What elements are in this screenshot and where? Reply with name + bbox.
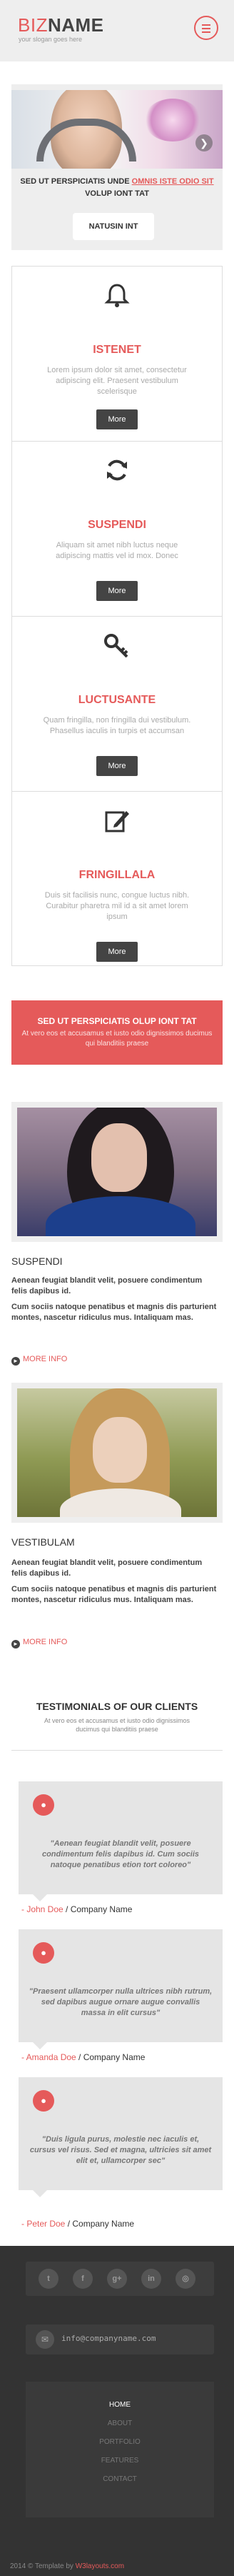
testimonials-subtitle: At vero eos et accusamus et iusto odio d… bbox=[44, 1717, 190, 1733]
slide-caption: SED UT PERSPICIATIS UNDE OMNIS ISTE ODIO… bbox=[20, 177, 214, 198]
testimonial-card: ● "Aenean feugiat blandit velit, posuere… bbox=[19, 1781, 223, 1901]
arrow-right-icon: ► bbox=[11, 1357, 20, 1366]
author-name[interactable]: - John Doe bbox=[21, 1904, 63, 1914]
footer-nav: HOME ABOUT PORTFOLIO FEATURES CONTACT bbox=[26, 2382, 214, 2517]
feature-text: Duis sit facilisis nunc, congue luctus n… bbox=[44, 891, 190, 921]
hero-slider: ❯ SED UT PERSPICIATIS UNDE OMNIS ISTE OD… bbox=[11, 84, 223, 250]
more-info-link[interactable]: ► MORE INFO bbox=[11, 1355, 67, 1366]
user-icon: ● bbox=[33, 1794, 54, 1816]
post-text: Aenean feugiat blandit velit, posuere co… bbox=[11, 1558, 203, 1578]
footer-nav-home[interactable]: HOME bbox=[26, 2396, 214, 2415]
linkedin-icon[interactable]: in bbox=[141, 2269, 161, 2289]
footer-nav-portfolio[interactable]: PORTFOLIO bbox=[26, 2433, 214, 2452]
user-icon: ● bbox=[33, 1942, 54, 1964]
email-address: info@companyname.com bbox=[61, 2334, 156, 2343]
feature-card: LUCTUSANTE Quam fringilla, non fringilla… bbox=[12, 617, 222, 792]
testimonials-title: TESTIMONIALS OF OUR CLIENTS bbox=[36, 1701, 198, 1712]
testimonial-quote: "Aenean feugiat blandit velit, posuere c… bbox=[41, 1839, 200, 1869]
feature-text: Aliquam sit amet nibh luctus neque adipi… bbox=[56, 541, 178, 560]
post-title: SUSPENDI bbox=[11, 1255, 63, 1267]
footer-nav-about[interactable]: ABOUT bbox=[26, 2415, 214, 2433]
tagline: your slogan goes here bbox=[19, 36, 83, 43]
user-icon: ● bbox=[33, 2090, 54, 2112]
testimonial-quote: "Duis ligula purus, molestie nec iaculis… bbox=[29, 2135, 212, 2165]
feature-text: Lorem ipsum dolor sit amet, consectetur … bbox=[47, 366, 187, 396]
testimonial-author: - John Doe / Company Name bbox=[21, 1904, 132, 1914]
feature-title: FRINGILLALA bbox=[78, 869, 156, 881]
author-company: / Company Name bbox=[65, 2219, 135, 2229]
cta-banner: SED UT PERSPICIATIS OLUP IONT TAT At ver… bbox=[11, 1000, 223, 1065]
arrow-right-icon: ► bbox=[11, 1640, 20, 1648]
testimonial-author: - Peter Doe / Company Name bbox=[21, 2219, 134, 2229]
more-button[interactable]: More bbox=[96, 756, 138, 776]
testimonials-heading: TESTIMONIALS OF OUR CLIENTS At vero eos … bbox=[11, 1686, 223, 1751]
hamburger-icon bbox=[202, 24, 210, 26]
post-text: Cum sociis natoque penatibus et magnis d… bbox=[11, 1585, 217, 1604]
post-title: VESTIBULAM bbox=[11, 1536, 75, 1548]
logo-bold-text: NAME bbox=[47, 14, 104, 36]
more-button[interactable]: More bbox=[96, 409, 138, 429]
social-links: t f g+ in ◎ bbox=[26, 2262, 214, 2296]
testimonial-card: ● "Duis ligula purus, molestie nec iacul… bbox=[19, 2077, 223, 2197]
email-contact[interactable]: ✉ info@companyname.com bbox=[26, 2324, 214, 2354]
post-image[interactable] bbox=[11, 1383, 223, 1523]
testimonial-card: ● "Praesent ullamcorper nulla ultrices n… bbox=[19, 1929, 223, 2049]
testimonial-author: - Amanda Doe / Company Name bbox=[21, 2052, 145, 2062]
copyright: 2014 © Template by W3layouts.com bbox=[10, 2562, 125, 2570]
feature-card: ISTENET Lorem ipsum dolor sit amet, cons… bbox=[12, 267, 222, 442]
cta-title: SED UT PERSPICIATIS OLUP IONT TAT bbox=[37, 1016, 197, 1026]
testimonial-quote: "Praesent ullamcorper nulla ultrices nib… bbox=[29, 1987, 213, 2017]
more-button[interactable]: More bbox=[96, 942, 138, 962]
slide-caption-link[interactable]: OMNIS ISTE ODIO SIT bbox=[132, 177, 214, 186]
feature-title: ISTENET bbox=[93, 344, 141, 356]
menu-toggle-button[interactable] bbox=[194, 16, 218, 40]
feature-text: Quam fringilla, non fringilla dui vestib… bbox=[43, 716, 191, 735]
refresh-icon bbox=[107, 459, 127, 481]
author-company: / Company Name bbox=[63, 1904, 133, 1914]
footer-nav-features[interactable]: FEATURES bbox=[26, 2452, 214, 2470]
post-text: Cum sociis natoque penatibus et magnis d… bbox=[11, 1303, 217, 1322]
facebook-icon[interactable]: f bbox=[73, 2269, 93, 2289]
slider-next-icon[interactable]: ❯ bbox=[195, 134, 213, 151]
more-info-link[interactable]: ► MORE INFO bbox=[11, 1638, 67, 1648]
logo[interactable]: BIZNAME bbox=[18, 14, 104, 36]
post-text: Aenean feugiat blandit velit, posuere co… bbox=[11, 1276, 203, 1296]
slide-button[interactable]: NATUSIN INT bbox=[73, 213, 154, 240]
page: BIZNAME your slogan goes here ❯ SED UT P… bbox=[0, 0, 234, 2576]
feature-card: SUSPENDI Aliquam sit amet nibh luctus ne… bbox=[12, 442, 222, 617]
feature-title: SUSPENDI bbox=[88, 519, 146, 531]
footer: t f g+ in ◎ ✉ info@companyname.com HOME … bbox=[0, 2246, 234, 2576]
header: BIZNAME your slogan goes here bbox=[0, 0, 234, 61]
more-button[interactable]: More bbox=[96, 581, 138, 601]
edit-icon bbox=[105, 811, 129, 832]
features-grid: ISTENET Lorem ipsum dolor sit amet, cons… bbox=[11, 266, 223, 966]
feature-title: LUCTUSANTE bbox=[78, 694, 156, 706]
copyright-link[interactable]: W3layouts.com bbox=[76, 2562, 124, 2570]
mail-icon: ✉ bbox=[36, 2330, 54, 2349]
post-image[interactable] bbox=[11, 1102, 223, 1242]
slide-image: ❯ bbox=[11, 90, 223, 169]
logo-light-text: BIZ bbox=[18, 14, 48, 36]
footer-nav-contact[interactable]: CONTACT bbox=[26, 2470, 214, 2489]
author-name[interactable]: - Amanda Doe bbox=[21, 2052, 76, 2062]
google-plus-icon[interactable]: g+ bbox=[107, 2269, 127, 2289]
author-company: / Company Name bbox=[76, 2052, 146, 2062]
dribbble-icon[interactable]: ◎ bbox=[176, 2269, 195, 2289]
cta-text: At vero eos et accusamus et iusto odio d… bbox=[21, 1030, 213, 1048]
key-icon bbox=[104, 634, 128, 658]
author-name[interactable]: - Peter Doe bbox=[21, 2219, 65, 2229]
feature-card: FRINGILLALA Duis sit facilisis nunc, con… bbox=[12, 792, 222, 965]
bell-icon bbox=[104, 284, 130, 307]
twitter-icon[interactable]: t bbox=[39, 2269, 58, 2289]
